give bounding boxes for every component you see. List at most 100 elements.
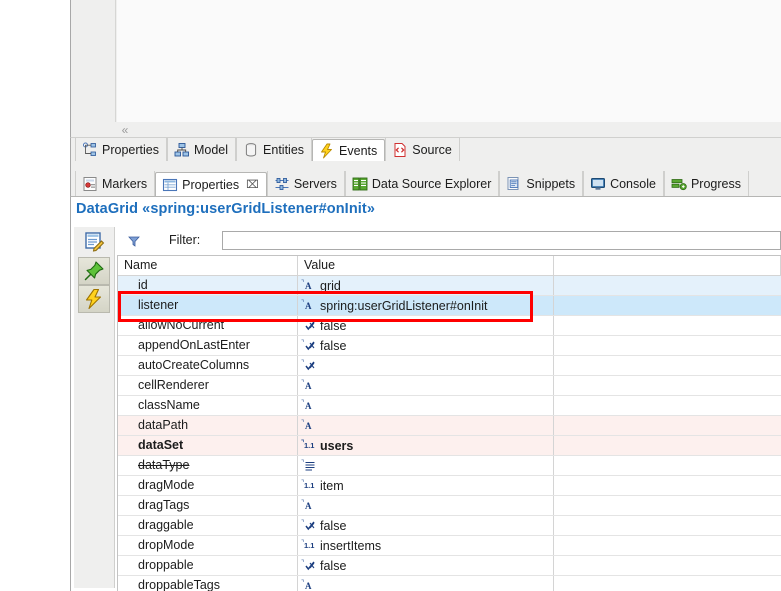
table-row[interactable]: dataType ⌝ (118, 456, 781, 476)
property-name-cell[interactable]: className (118, 396, 298, 415)
collapse-left-arrow-icon[interactable]: « (118, 124, 132, 137)
property-value-cell[interactable]: ⌝ false (298, 316, 554, 335)
property-value-cell[interactable]: ⌝ A spring:userGridListener#onInit (298, 296, 554, 315)
column-header-value[interactable]: Value (298, 256, 554, 275)
editor-canvas[interactable] (117, 0, 781, 122)
table-row[interactable]: droppable ⌝ false (118, 556, 781, 576)
table-row[interactable]: dataPath ⌝ A (118, 416, 781, 436)
table-row[interactable]: className ⌝ A (118, 396, 781, 416)
property-name-cell[interactable]: allowNoCurrent (118, 316, 298, 335)
property-value-text: false (320, 558, 347, 573)
property-value-cell[interactable]: ⌝ 1.1 users (298, 436, 554, 455)
table-body: id ⌝ Agrid listener ⌝ Aspring:userGridListene… (118, 276, 781, 591)
editor-tab-properties[interactable]: Properties (75, 138, 167, 161)
editor-tab-model[interactable]: Model (166, 138, 237, 161)
property-extra-cell (554, 436, 781, 455)
property-value-cell[interactable]: ⌝ 1.1 item (298, 476, 554, 495)
property-extra-cell (554, 356, 781, 375)
view-tab-progress[interactable]: Progress (663, 171, 749, 196)
view-tab-servers[interactable]: Servers (266, 171, 345, 196)
property-value-cell[interactable]: ⌝ 1.1 insertItems (298, 536, 554, 555)
show-advanced-properties-button[interactable] (78, 227, 110, 255)
view-tab-markers[interactable]: Markers (75, 171, 156, 196)
entities-database-icon (243, 142, 259, 158)
property-value-cell[interactable]: ⌝ A (298, 396, 554, 415)
view-tab-data-source-explorer[interactable]: Data Source Explorer (344, 171, 500, 196)
property-name-cell[interactable]: appendOnLastEnter (118, 336, 298, 355)
column-header-name[interactable]: Name (118, 256, 298, 275)
property-name-cell[interactable]: dragMode (118, 476, 298, 495)
property-extra-cell (554, 536, 781, 555)
view-tab-snippets[interactable]: Snippets (499, 171, 584, 196)
close-icon[interactable]: ⌧ (246, 178, 259, 191)
markers-icon (82, 176, 98, 192)
table-row[interactable]: draggable ⌝ false (118, 516, 781, 536)
property-name-cell[interactable]: dataSet (118, 436, 298, 455)
property-extra-cell (554, 376, 781, 395)
editor-tab-entities[interactable]: Entities (236, 138, 313, 161)
form-edit-icon (83, 230, 105, 252)
table-row[interactable]: dataSet ⌝ 1.1 users (118, 436, 781, 456)
property-value-cell[interactable]: ⌝ (298, 456, 554, 475)
properties-toolbar (74, 227, 115, 588)
editor-tab-source[interactable]: Source (385, 138, 460, 161)
table-row[interactable]: droppableTags ⌝ A (118, 576, 781, 591)
property-value-text: spring:userGridListener#onInit (320, 298, 488, 313)
property-name-cell[interactable]: droppableTags (118, 576, 298, 591)
table-row[interactable]: allowNoCurrent ⌝ false (118, 316, 781, 336)
property-extra-cell (554, 576, 781, 591)
properties-diagram-icon (82, 142, 98, 158)
desktop-background (0, 0, 70, 591)
editor-tab-label: Properties (102, 142, 159, 157)
property-value-cell[interactable]: ⌝ A (298, 376, 554, 395)
property-name-cell[interactable]: dropMode (118, 536, 298, 555)
view-tab-properties[interactable]: Properties ⌧ (155, 172, 267, 197)
view-tab-console[interactable]: Console (583, 171, 664, 196)
table-row[interactable]: dragMode ⌝ 1.1 item (118, 476, 781, 496)
property-name-cell[interactable]: dragTags (118, 496, 298, 515)
table-row[interactable]: dragTags ⌝ A (118, 496, 781, 516)
property-name-cell[interactable]: droppable (118, 556, 298, 575)
property-value-cell[interactable]: ⌝ A grid (298, 276, 554, 295)
properties-title: DataGrid «spring:userGridListener#onInit… (76, 201, 375, 217)
table-row[interactable]: appendOnLastEnter ⌝ false (118, 336, 781, 356)
property-name-cell[interactable]: dataType (118, 456, 298, 475)
property-value-cell[interactable]: ⌝ A (298, 416, 554, 435)
editor-tab-label: Model (193, 142, 229, 157)
editor-tab-label: Source (412, 142, 452, 157)
property-name-cell[interactable]: id (118, 276, 298, 295)
boolean-type-icon: ⌝ (301, 339, 316, 352)
table-row[interactable]: id ⌝ A grid (118, 276, 781, 296)
yellow-lightning-icon (83, 288, 105, 310)
enum-type-icon: ⌝ 1.1 (301, 480, 315, 490)
table-row[interactable]: autoCreateColumns ⌝ (118, 356, 781, 376)
property-name-cell[interactable]: draggable (118, 516, 298, 535)
show-events-button[interactable] (78, 285, 110, 313)
pin-properties-button[interactable] (78, 257, 110, 285)
table-row[interactable]: listener ⌝ A spring:userGridListener#onInit (118, 296, 781, 316)
view-tab-label: Progress (690, 176, 741, 191)
editor-tab-label: Events (339, 143, 378, 158)
progress-icon (671, 176, 687, 192)
property-value-cell[interactable]: ⌝ A (298, 496, 554, 515)
property-name-cell[interactable]: autoCreateColumns (118, 356, 298, 375)
property-name-cell[interactable]: dataPath (118, 416, 298, 435)
property-value-cell[interactable]: ⌝ (298, 356, 554, 375)
property-value-cell[interactable]: ⌝ false (298, 556, 554, 575)
editor-tab-events[interactable]: Events (312, 139, 386, 162)
property-value-cell[interactable]: ⌝ false (298, 336, 554, 355)
enum-type-icon: ⌝ 1.1 (301, 540, 315, 550)
property-value-text: users (320, 438, 354, 453)
property-extra-cell (554, 496, 781, 515)
property-extra-cell (554, 476, 781, 495)
table-row[interactable]: cellRenderer ⌝ A (118, 376, 781, 396)
table-row[interactable]: dropMode ⌝ 1.1 insertItems (118, 536, 781, 556)
property-value-cell[interactable]: ⌝ false (298, 516, 554, 535)
properties-view: DataGrid «spring:userGridListener#onInit… (70, 196, 781, 591)
filter-input[interactable] (222, 230, 781, 250)
property-extra-cell (554, 556, 781, 575)
property-name-cell[interactable]: listener (118, 296, 298, 315)
property-value-cell[interactable]: ⌝ A (298, 576, 554, 591)
snippets-icon (506, 176, 522, 192)
property-name-cell[interactable]: cellRenderer (118, 376, 298, 395)
